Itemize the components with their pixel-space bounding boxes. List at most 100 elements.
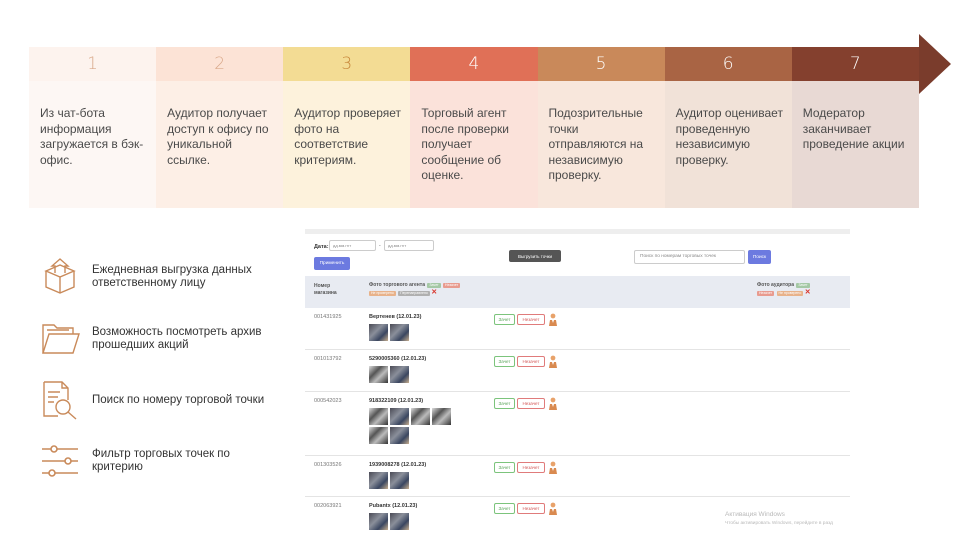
redirect-person-icon[interactable] [548,355,558,368]
step-number: 6 [664,47,792,81]
store-number: 000542023 [314,398,342,404]
accept-button[interactable]: Зачет [494,314,515,325]
step-text: Аудитор получает доступ к офису по уника… [156,81,284,208]
store-number: 001303526 [314,462,342,468]
step-number: 4 [410,47,538,81]
photo-thumbnail[interactable] [390,366,409,383]
table-header: Номер магазина Фото торгового агента Зач… [305,276,850,308]
reject-button[interactable]: Незачет [517,314,545,325]
photo-thumbnail[interactable] [369,427,388,444]
photo-thumbnails [369,472,459,489]
step-4: 4 Торговый агент после проверки получает… [410,47,538,208]
date-from-input[interactable]: дд.мм.гггг [329,240,376,251]
store-number: 001013792 [314,356,342,362]
reject-button[interactable]: Незачет [517,398,545,409]
store-number: 002063921 [314,503,342,509]
accept-button[interactable]: Зачет [494,356,515,367]
table-row: 000542023 918322109 (12.01.23) Зачет Нез… [305,392,850,456]
tag-rejected[interactable]: Незачет [757,291,775,296]
feature-text: Фильтр торговых точек по критерию [92,448,230,473]
filter-bar: Дата: дд.мм.гггг - дд.мм.гггг Применить … [305,234,850,276]
step-text: Аудитор оценивает проведенную независиму… [664,81,792,208]
date-label: Дата: [314,244,329,250]
step-number: 1 [29,47,157,81]
step-text: Аудитор проверяет фото на соответствие к… [283,81,411,208]
tag-accepted[interactable]: Зачет [796,283,810,288]
photo-thumbnails [369,408,459,444]
step-text: Из чат-бота информация загружается в бэк… [29,81,157,208]
step-number: 5 [537,47,665,81]
date-to-input[interactable]: дд.мм.гггг [384,240,434,251]
photo-thumbnail[interactable] [390,408,409,425]
photo-thumbnails [369,366,459,383]
watermark-title: Активация Windows [725,511,785,518]
slide: 1 Из чат-бота информация загружается в б… [0,0,955,542]
date-dash: - [379,243,381,249]
redirect-person-icon[interactable] [548,313,558,326]
photo-thumbnail[interactable] [390,513,409,530]
photo-thumbnail[interactable] [390,427,409,444]
feature-text: Ежедневная выгрузка данных ответственном… [92,264,252,289]
feature-archive: Возможность посмотреть архив прошедших а… [40,319,272,359]
reject-button[interactable]: Незачет [517,462,545,473]
reject-button[interactable]: Незачет [517,356,545,367]
accept-button[interactable]: Зачет [494,503,515,514]
accept-button[interactable]: Зачет [494,462,515,473]
step-6: 6 Аудитор оценивает проведенную независи… [664,47,792,208]
table-row: 001303526 1939008278 (12.01.23) Зачет Не… [305,456,850,497]
redirect-person-icon[interactable] [548,461,558,474]
tag-not-checked[interactable]: Не проверено [369,291,396,296]
clear-filter-icon[interactable]: ✕ [431,289,437,296]
photo-thumbnail[interactable] [432,408,451,425]
feature-text: Поиск по номеру торговой точки [92,393,265,406]
arrow-head-icon [919,34,951,94]
tag-rejected[interactable]: Незачет [443,283,461,288]
store-number: 001431925 [314,314,342,320]
col-agent-photo: Фото торгового агента Зачет Незачет Не п… [369,282,461,297]
tag-redirected[interactable]: Перенаправлено [398,291,430,296]
export-points-button[interactable]: Выгрузить точки [509,250,561,262]
agent-photo-caption: Вертенев (12.01.23) [369,314,422,320]
step-number: 3 [283,47,411,81]
apply-button[interactable]: Применить [314,257,350,270]
photo-thumbnail[interactable] [369,366,388,383]
filter-sliders-icon [42,445,78,477]
col-auditor-photo: Фото аудитора Зачет Незачет Не проверено… [757,282,811,297]
col-auditor-photo-label: Фото аудитора [757,282,794,288]
step-1: 1 Из чат-бота информация загружается в б… [29,47,157,208]
agent-photo-caption: 918322109 (12.01.23) [369,398,424,404]
reject-button[interactable]: Незачет [517,503,545,514]
step-number: 2 [156,47,284,81]
folder-icon [42,324,80,354]
feature-filter: Фильтр торговых точек по критерию [40,441,272,481]
redirect-person-icon[interactable] [548,502,558,515]
tag-not-checked[interactable]: Не проверено [776,291,804,296]
photo-thumbnails [369,513,459,530]
box-upload-icon [44,258,76,294]
redirect-person-icon[interactable] [548,397,558,410]
windows-activation-watermark: Активация Windows Чтобы активировать Win… [725,510,833,528]
photo-thumbnail[interactable] [390,324,409,341]
watermark-subtitle: Чтобы активировать Windows, перейдите в … [725,521,833,526]
accept-button[interactable]: Зачет [494,398,515,409]
search-button[interactable]: Поиск [748,250,771,264]
step-7: 7 Модератор заканчивает проведение акции [791,47,919,208]
tag-accepted[interactable]: Зачет [427,283,441,288]
agent-photo-caption: 1939008278 (12.01.23) [369,462,427,468]
feature-text: Возможность посмотреть архив прошедших а… [92,326,262,351]
photo-thumbnail[interactable] [411,408,430,425]
agent-photo-caption: 5290005360 (12.01.23) [369,356,427,362]
table-row: 001013792 5290005360 (12.01.23) Зачет Не… [305,350,850,392]
step-3: 3 Аудитор проверяет фото на соответствие… [283,47,411,208]
feature-daily-export: Ежедневная выгрузка данных ответственном… [40,257,272,297]
photo-thumbnail[interactable] [369,472,388,489]
process-steps: 1 Из чат-бота информация загружается в б… [29,47,919,208]
table-row: 001431925 Вертенев (12.01.23) Зачет Неза… [305,308,850,350]
step-2: 2 Аудитор получает доступ к офису по уни… [156,47,284,208]
photo-thumbnail[interactable] [369,408,388,425]
clear-filter-icon[interactable]: ✕ [805,289,811,296]
photo-thumbnail[interactable] [369,513,388,530]
search-input[interactable]: Поиск по номерам торговых точек [634,250,745,264]
photo-thumbnail[interactable] [390,472,409,489]
photo-thumbnail[interactable] [369,324,388,341]
